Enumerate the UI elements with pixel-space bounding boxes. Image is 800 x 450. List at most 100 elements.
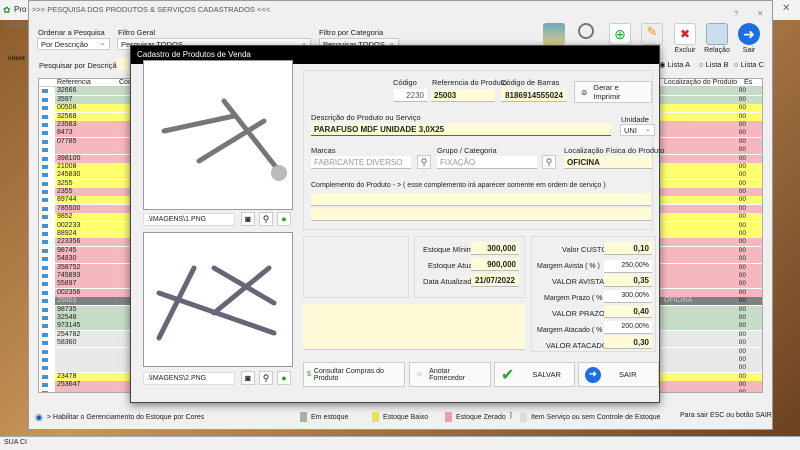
wholesale-margin-field[interactable]: 200,00% (604, 321, 652, 334)
stock-cell: 00 (738, 162, 746, 170)
row-icon (41, 289, 49, 296)
close-button[interactable]: ✕ (757, 9, 763, 18)
stock-cell: 00 (738, 95, 746, 103)
wholesale-price-field[interactable]: 0,30 (604, 336, 652, 349)
barcode-button[interactable] (571, 23, 601, 41)
stock-cell: 00 (738, 330, 746, 338)
color-management-toggle[interactable]: ◉ > Habilitar o Gerenciamento do Estoque … (35, 412, 204, 423)
description-label: Descrição do Produto ou Serviço (311, 113, 421, 122)
add-image-icon[interactable]: ● (277, 212, 291, 226)
webcam-icon[interactable]: ◙ (241, 212, 255, 226)
search-icon[interactable]: ⚲ (259, 371, 273, 385)
stock-cell: 00 (738, 129, 746, 137)
unit-label: Unidade (621, 115, 649, 124)
header-ref[interactable]: Referencia (57, 79, 91, 87)
clients-button[interactable]: client (8, 55, 25, 62)
stock-cell: 00 (738, 305, 746, 313)
barcode-icon: ⊜ (581, 87, 588, 97)
min-stock-field[interactable]: 300,000 (471, 242, 519, 255)
image-panel-1 (143, 60, 293, 210)
delete-button[interactable]: ✖ Excluir (670, 23, 700, 54)
search-icon[interactable]: ⚲ (259, 212, 273, 226)
ref-cell: 253647 (55, 381, 125, 390)
exit-dialog-button[interactable]: ➜ SAIR (578, 362, 659, 387)
stock-cell: 00 (738, 246, 746, 254)
location-label: Localização Física do Produto (564, 146, 665, 155)
edit-button[interactable]: ✎ (637, 23, 667, 47)
ref-cell: 973145 (55, 322, 125, 331)
screw-image-1 (161, 98, 287, 181)
term-price-field[interactable]: 0,40 (604, 305, 652, 318)
report-label: Relação (704, 47, 730, 54)
generate-print-button[interactable]: ⊜ Gerar e Imprimir (574, 81, 652, 103)
brands-search-icon[interactable]: ⚲ (417, 155, 431, 169)
ref-cell: 21008 (55, 162, 125, 171)
exit-button[interactable]: ➜ Sair (734, 23, 764, 54)
ref-cell: 002356 (55, 288, 125, 297)
header-stock[interactable]: Es (744, 79, 752, 87)
ref-cell: 00508 (55, 104, 125, 113)
purchases-button[interactable]: $ Consultar Compras do Produto (303, 362, 405, 387)
stock-cell: 00 (738, 288, 746, 296)
brands-field[interactable]: FABRICANTE DIVERSO (311, 156, 411, 169)
stock-cell: 00 (738, 179, 746, 187)
ref-cell: 002233 (55, 221, 125, 230)
cash-margin-field[interactable]: 250,00% (604, 260, 652, 273)
notes-area[interactable] (303, 304, 525, 350)
image-tool-button[interactable] (539, 23, 569, 47)
row-icon (41, 172, 49, 179)
image-path-1[interactable]: .\IMAGENS\1.PNG (143, 213, 235, 226)
row-icon (41, 331, 49, 338)
current-stock-field[interactable]: 900,000 (471, 258, 519, 271)
barcode-field[interactable]: 8186914555024 (501, 89, 567, 102)
webcam-icon[interactable]: ◙ (241, 371, 255, 385)
money-icon: $ (307, 371, 311, 378)
supplier-button[interactable]: ☺ Anotar Fornecedor (409, 362, 491, 387)
ref-cell (55, 389, 125, 392)
code-field: 2230 (394, 89, 427, 102)
updated-date-field[interactable]: 21/07/2022 (471, 274, 519, 287)
group-search-icon[interactable]: ⚲ (542, 155, 556, 169)
group-field[interactable]: FIXAÇÃO (437, 156, 537, 169)
row-icon (41, 365, 49, 372)
legend-separator: | (510, 412, 512, 419)
help-button[interactable]: ? (734, 9, 738, 18)
legend-service: Item Serviço ou sem Controle de Estoque (520, 412, 661, 422)
unit-select[interactable]: UNI (620, 124, 655, 136)
complement-field-2[interactable] (311, 208, 651, 221)
save-button[interactable]: ✔ SALVAR (494, 362, 575, 387)
exit-hint-label: Para sair ESC ou botão SAIR (680, 412, 772, 419)
ref-field[interactable]: 25003 (431, 89, 495, 102)
cash-price-field[interactable]: 0,35 (604, 274, 652, 287)
list-b-radio[interactable]: ○ Lista B (699, 60, 729, 69)
palm-icon (543, 23, 565, 45)
new-button[interactable]: ⊕ (605, 23, 635, 47)
stock-cell: 00 (738, 313, 746, 321)
list-a-radio[interactable]: ◉ Lista A (659, 60, 690, 69)
row-icon (41, 256, 49, 263)
order-select[interactable]: Por Descrição (37, 38, 110, 50)
stock-cell: 00 (738, 339, 746, 347)
list-c-radio[interactable]: ○ Lista C (734, 60, 764, 69)
stock-cell: 00 (738, 171, 746, 179)
status-bar: SUA CI (0, 436, 800, 450)
description-field[interactable]: PARAFUSO MDF UNIDADE 3,0X25 (311, 123, 611, 136)
add-image-icon[interactable]: ● (277, 371, 291, 385)
group-label: Grupo / Categoria (437, 146, 497, 155)
row-icon (41, 247, 49, 254)
stock-cell: 00 (738, 381, 746, 389)
term-margin-label: Margem Prazo ( % ) (544, 295, 607, 302)
location-field[interactable]: OFICINA (564, 156, 652, 169)
header-location[interactable]: Localização do Produto (664, 79, 737, 87)
cost-field[interactable]: 0,10 (604, 242, 652, 255)
term-margin-field[interactable]: 300,00% (604, 290, 652, 303)
complement-field-1[interactable] (311, 193, 651, 206)
image-path-2[interactable]: .\IMAGENS\2.PNG (143, 372, 235, 385)
row-icon (41, 348, 49, 355)
app-close-icon[interactable]: ✕ (782, 3, 790, 14)
report-button[interactable]: Relação (702, 23, 732, 54)
stock-cell: 00 (738, 230, 746, 238)
row-icon (41, 155, 49, 162)
ref-cell: 32666 (55, 87, 125, 96)
ref-cell: 745893 (55, 271, 125, 280)
